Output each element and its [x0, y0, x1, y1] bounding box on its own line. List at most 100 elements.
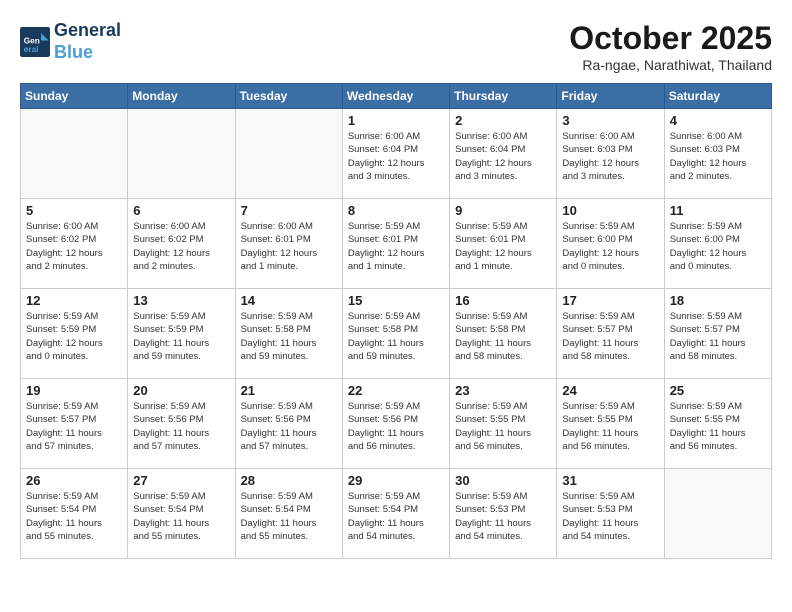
day-cell: 29 Sunrise: 5:59 AM Sunset: 5:54 PM Dayli… [342, 469, 449, 559]
day-cell: 9 Sunrise: 5:59 AM Sunset: 6:01 PM Daylig… [450, 199, 557, 289]
day-info: Sunrise: 5:59 AM Sunset: 6:00 PM Dayligh… [562, 220, 658, 273]
weekday-tuesday: Tuesday [235, 84, 342, 109]
day-cell: 18Sunrise: 5:59 AM Sunset: 5:57 PM Dayli… [664, 289, 771, 379]
day-info: Sunrise: 5:59 AM Sunset: 5:58 PM Dayligh… [455, 310, 551, 363]
day-number: 12 [26, 293, 122, 308]
day-info: Sunrise: 5:59 AM Sunset: 5:54 PM Dayligh… [241, 490, 337, 543]
day-number: 2 [455, 113, 551, 128]
day-cell: 4Sunrise: 6:00 AM Sunset: 6:03 PM Daylig… [664, 109, 771, 199]
calendar-header: SundayMondayTuesdayWednesdayThursdayFrid… [21, 84, 772, 109]
day-info: Sunrise: 5:59 AM Sunset: 5:58 PM Dayligh… [348, 310, 444, 363]
day-info: Sunrise: 5:59 AM Sunset: 5:55 PM Dayligh… [562, 400, 658, 453]
day-number: 1 [348, 113, 444, 128]
day-info: Sunrise: 5:59 AM Sunset: 5:53 PM Dayligh… [455, 490, 551, 543]
day-number: 13 [133, 293, 229, 308]
day-info: Sunrise: 5:59 AM Sunset: 5:53 PM Dayligh… [562, 490, 658, 543]
logo-line1: General [54, 20, 121, 42]
day-cell: 15 Sunrise: 5:59 AM Sunset: 5:58 PM Dayli… [342, 289, 449, 379]
day-number: 26 [26, 473, 122, 488]
day-number: 28 [241, 473, 337, 488]
day-number: 23 [455, 383, 551, 398]
day-cell: 10Sunrise: 5:59 AM Sunset: 6:00 PM Dayli… [557, 199, 664, 289]
day-cell: 12 Sunrise: 5:59 AM Sunset: 5:59 PM Dayli… [21, 289, 128, 379]
day-number: 3 [562, 113, 658, 128]
weekday-row: SundayMondayTuesdayWednesdayThursdayFrid… [21, 84, 772, 109]
day-cell: 30 Sunrise: 5:59 AM Sunset: 5:53 PM Dayli… [450, 469, 557, 559]
day-info: Sunrise: 5:59 AM Sunset: 5:57 PM Dayligh… [670, 310, 766, 363]
day-cell: 24 Sunrise: 5:59 AM Sunset: 5:55 PM Dayli… [557, 379, 664, 469]
day-info: Sunrise: 5:59 AM Sunset: 5:56 PM Dayligh… [241, 400, 337, 453]
day-number: 5 [26, 203, 122, 218]
page-header: Gen eral General Blue October 2025 Ra-ng… [20, 20, 772, 73]
day-number: 21 [241, 383, 337, 398]
day-cell: 25 Sunrise: 5:59 AM Sunset: 5:55 PM Dayli… [664, 379, 771, 469]
day-info: Sunrise: 6:00 AM Sunset: 6:04 PM Dayligh… [348, 130, 444, 183]
day-cell: 21 Sunrise: 5:59 AM Sunset: 5:56 PM Dayli… [235, 379, 342, 469]
day-info: Sunrise: 5:59 AM Sunset: 5:58 PM Dayligh… [241, 310, 337, 363]
logo-icon: Gen eral [20, 27, 50, 57]
calendar-table: SundayMondayTuesdayWednesdayThursdayFrid… [20, 83, 772, 559]
logo-line2: Blue [54, 42, 121, 64]
weekday-friday: Friday [557, 84, 664, 109]
day-info: Sunrise: 6:00 AM Sunset: 6:04 PM Dayligh… [455, 130, 551, 183]
day-number: 4 [670, 113, 766, 128]
week-row-2: 5Sunrise: 6:00 AM Sunset: 6:02 PM Daylig… [21, 199, 772, 289]
day-info: Sunrise: 5:59 AM Sunset: 5:54 PM Dayligh… [348, 490, 444, 543]
day-cell: 13Sunrise: 5:59 AM Sunset: 5:59 PM Dayli… [128, 289, 235, 379]
day-number: 22 [348, 383, 444, 398]
day-info: Sunrise: 5:59 AM Sunset: 5:55 PM Dayligh… [455, 400, 551, 453]
day-number: 25 [670, 383, 766, 398]
day-info: Sunrise: 5:59 AM Sunset: 6:01 PM Dayligh… [455, 220, 551, 273]
day-cell: 2 Sunrise: 6:00 AM Sunset: 6:04 PM Daylig… [450, 109, 557, 199]
day-info: Sunrise: 5:59 AM Sunset: 5:55 PM Dayligh… [670, 400, 766, 453]
week-row-1: 1 Sunrise: 6:00 AM Sunset: 6:04 PM Daylig… [21, 109, 772, 199]
day-cell: 19 Sunrise: 5:59 AM Sunset: 5:57 PM Dayli… [21, 379, 128, 469]
day-cell: 6Sunrise: 6:00 AM Sunset: 6:02 PM Daylig… [128, 199, 235, 289]
day-cell: 20 Sunrise: 5:59 AM Sunset: 5:56 PM Dayli… [128, 379, 235, 469]
day-cell [235, 109, 342, 199]
day-cell: 14Sunrise: 5:59 AM Sunset: 5:58 PM Dayli… [235, 289, 342, 379]
day-cell: 16 Sunrise: 5:59 AM Sunset: 5:58 PM Dayli… [450, 289, 557, 379]
day-cell: 11 Sunrise: 5:59 AM Sunset: 6:00 PM Dayli… [664, 199, 771, 289]
day-number: 27 [133, 473, 229, 488]
day-cell: 26Sunrise: 5:59 AM Sunset: 5:54 PM Dayli… [21, 469, 128, 559]
day-number: 15 [348, 293, 444, 308]
day-number: 11 [670, 203, 766, 218]
day-info: Sunrise: 5:59 AM Sunset: 6:00 PM Dayligh… [670, 220, 766, 273]
day-info: Sunrise: 5:59 AM Sunset: 5:54 PM Dayligh… [133, 490, 229, 543]
day-number: 19 [26, 383, 122, 398]
location-subtitle: Ra-ngae, Narathiwat, Thailand [569, 57, 772, 73]
day-number: 31 [562, 473, 658, 488]
day-number: 29 [348, 473, 444, 488]
day-cell: 22 Sunrise: 5:59 AM Sunset: 5:56 PM Dayli… [342, 379, 449, 469]
day-number: 8 [348, 203, 444, 218]
day-cell: 3Sunrise: 6:00 AM Sunset: 6:03 PM Daylig… [557, 109, 664, 199]
day-number: 24 [562, 383, 658, 398]
day-info: Sunrise: 5:59 AM Sunset: 5:57 PM Dayligh… [562, 310, 658, 363]
day-cell [664, 469, 771, 559]
calendar-body: 1 Sunrise: 6:00 AM Sunset: 6:04 PM Daylig… [21, 109, 772, 559]
day-info: Sunrise: 5:59 AM Sunset: 5:57 PM Dayligh… [26, 400, 122, 453]
day-cell: 27 Sunrise: 5:59 AM Sunset: 5:54 PM Dayli… [128, 469, 235, 559]
day-number: 17 [562, 293, 658, 308]
day-cell: 1 Sunrise: 6:00 AM Sunset: 6:04 PM Daylig… [342, 109, 449, 199]
weekday-wednesday: Wednesday [342, 84, 449, 109]
day-cell: 28 Sunrise: 5:59 AM Sunset: 5:54 PM Dayli… [235, 469, 342, 559]
day-number: 16 [455, 293, 551, 308]
weekday-saturday: Saturday [664, 84, 771, 109]
day-number: 30 [455, 473, 551, 488]
day-info: Sunrise: 6:00 AM Sunset: 6:01 PM Dayligh… [241, 220, 337, 273]
week-row-3: 12 Sunrise: 5:59 AM Sunset: 5:59 PM Dayli… [21, 289, 772, 379]
week-row-4: 19 Sunrise: 5:59 AM Sunset: 5:57 PM Dayli… [21, 379, 772, 469]
day-info: Sunrise: 5:59 AM Sunset: 5:56 PM Dayligh… [133, 400, 229, 453]
svg-text:eral: eral [24, 44, 39, 53]
day-number: 9 [455, 203, 551, 218]
day-number: 20 [133, 383, 229, 398]
weekday-sunday: Sunday [21, 84, 128, 109]
day-cell: 17 Sunrise: 5:59 AM Sunset: 5:57 PM Dayli… [557, 289, 664, 379]
day-info: Sunrise: 5:59 AM Sunset: 5:59 PM Dayligh… [26, 310, 122, 363]
day-info: Sunrise: 5:59 AM Sunset: 5:56 PM Dayligh… [348, 400, 444, 453]
week-row-5: 26 Sunrise: 5:59 AM Sunset: 5:54 PM Dayli… [21, 469, 772, 559]
weekday-monday: Monday [128, 84, 235, 109]
day-cell: 31 Sunrise: 5:59 AM Sunset: 5:53 PM Dayli… [557, 469, 664, 559]
